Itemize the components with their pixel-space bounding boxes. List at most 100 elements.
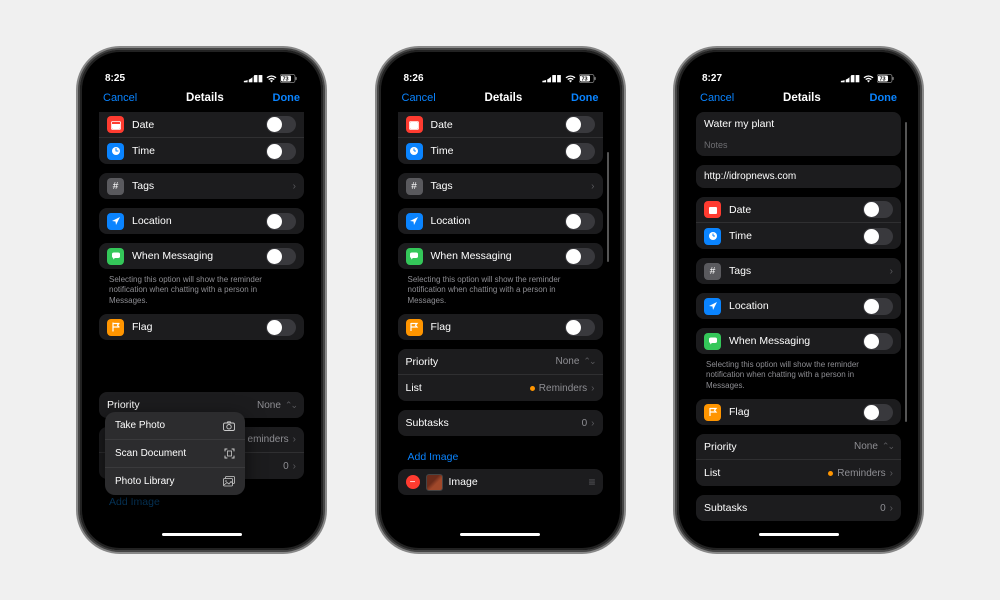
flag-row[interactable]: Flag — [99, 314, 304, 340]
flag-row[interactable]: Flag — [696, 399, 901, 425]
messaging-hint: Selecting this option will show the remi… — [99, 271, 304, 314]
messaging-row[interactable]: When Messaging — [398, 243, 603, 269]
location-toggle[interactable] — [863, 298, 893, 315]
battery-icon: 73 — [280, 74, 298, 83]
camera-icon — [223, 421, 235, 431]
image-row[interactable]: − Image ≡ — [398, 469, 603, 495]
cancel-button[interactable]: Cancel — [700, 92, 734, 104]
done-button[interactable]: Done — [273, 92, 301, 104]
time-row[interactable]: Time — [696, 223, 901, 249]
list-color-dot — [828, 471, 833, 476]
messaging-toggle[interactable] — [565, 248, 595, 265]
status-time: 8:26 — [404, 73, 424, 84]
date-row[interactable]: Date — [99, 112, 304, 138]
svg-text:73: 73 — [581, 77, 587, 83]
time-row[interactable]: Time — [398, 138, 603, 164]
location-icon — [406, 213, 423, 230]
time-toggle[interactable] — [266, 143, 296, 160]
flag-icon — [704, 404, 721, 421]
chevron-right-icon: › — [890, 468, 893, 479]
location-icon — [704, 298, 721, 315]
tags-row[interactable]: # Tags › — [696, 258, 901, 284]
date-row[interactable]: Date — [398, 112, 603, 138]
list-color-dot — [530, 386, 535, 391]
flag-toggle[interactable] — [863, 404, 893, 421]
phone-1: 8:25 ▮▮▮▮ 73 Cancel Details Done Date — [80, 50, 323, 550]
calendar-icon — [107, 116, 124, 133]
drag-handle-icon[interactable]: ≡ — [588, 475, 594, 489]
flag-icon — [406, 319, 423, 336]
cancel-button[interactable]: Cancel — [103, 92, 137, 104]
flag-toggle[interactable] — [565, 319, 595, 336]
message-icon — [107, 248, 124, 265]
clock-icon — [107, 143, 124, 160]
messaging-toggle[interactable] — [266, 248, 296, 265]
priority-row[interactable]: Priority None ⌃⌄ — [398, 349, 603, 375]
title-field[interactable]: Water my plant — [696, 112, 901, 136]
home-indicator[interactable] — [759, 533, 839, 536]
calendar-icon — [704, 201, 721, 218]
priority-row[interactable]: Priority None ⌃⌄ — [696, 434, 901, 460]
message-icon — [704, 333, 721, 350]
messaging-row[interactable]: When Messaging — [99, 243, 304, 269]
photo-library-icon — [223, 476, 235, 487]
time-toggle[interactable] — [565, 143, 595, 160]
date-toggle[interactable] — [266, 116, 296, 133]
done-button[interactable]: Done — [870, 92, 898, 104]
remove-icon[interactable]: − — [406, 475, 420, 489]
list-row[interactable]: List Reminders › — [398, 375, 603, 401]
notch — [744, 59, 854, 81]
notch — [147, 59, 257, 81]
cancel-button[interactable]: Cancel — [402, 92, 436, 104]
hash-icon: # — [704, 263, 721, 280]
flag-toggle[interactable] — [266, 319, 296, 336]
date-toggle[interactable] — [565, 116, 595, 133]
subtasks-row[interactable]: Subtasks 0 › — [696, 495, 901, 521]
location-row[interactable]: Location — [398, 208, 603, 234]
date-row[interactable]: Date — [696, 197, 901, 223]
messaging-toggle[interactable] — [863, 333, 893, 350]
svg-text:73: 73 — [879, 77, 885, 83]
scan-document-item[interactable]: Scan Document — [105, 440, 245, 468]
location-icon — [107, 213, 124, 230]
chevron-right-icon: › — [293, 181, 296, 192]
messaging-row[interactable]: When Messaging — [696, 328, 901, 354]
chevron-right-icon: › — [890, 266, 893, 277]
home-indicator[interactable] — [162, 533, 242, 536]
subtasks-row[interactable]: Subtasks 0 › — [398, 410, 603, 436]
nav-title: Details — [485, 92, 523, 104]
messaging-hint: Selecting this option will show the remi… — [398, 271, 603, 314]
photo-library-item[interactable]: Photo Library — [105, 468, 245, 495]
url-field[interactable]: http://idropnews.com — [696, 165, 901, 188]
scrollbar[interactable] — [905, 122, 907, 422]
time-row[interactable]: Time — [99, 138, 304, 164]
scrollbar[interactable] — [607, 152, 609, 262]
tags-row[interactable]: # Tags › — [398, 173, 603, 199]
image-source-menu: Take Photo Scan Document Photo Library — [105, 412, 245, 495]
take-photo-item[interactable]: Take Photo — [105, 412, 245, 440]
status-time: 8:27 — [702, 73, 722, 84]
chevron-right-icon: › — [591, 418, 594, 429]
location-toggle[interactable] — [565, 213, 595, 230]
flag-row[interactable]: Flag — [398, 314, 603, 340]
updown-icon: ⌃⌄ — [583, 356, 594, 367]
done-button[interactable]: Done — [571, 92, 599, 104]
chevron-right-icon: › — [890, 503, 893, 514]
message-icon — [406, 248, 423, 265]
clock-icon — [406, 143, 423, 160]
wifi-icon — [565, 75, 576, 83]
add-image-link[interactable]: Add Image — [398, 445, 603, 469]
nav-bar: Cancel Details Done — [91, 86, 312, 112]
location-row[interactable]: Location — [99, 208, 304, 234]
location-toggle[interactable] — [266, 213, 296, 230]
image-thumbnail[interactable] — [426, 474, 443, 491]
calendar-icon — [406, 116, 423, 133]
list-row[interactable]: List Reminders › — [696, 460, 901, 486]
notes-field[interactable]: Notes — [696, 136, 901, 156]
date-toggle[interactable] — [863, 201, 893, 218]
time-toggle[interactable] — [863, 228, 893, 245]
tags-row[interactable]: # Tags › — [99, 173, 304, 199]
phone-2: 8:26 ▮▮▮▮ 73 Cancel Details Done Date — [379, 50, 622, 550]
home-indicator[interactable] — [460, 533, 540, 536]
location-row[interactable]: Location — [696, 293, 901, 319]
